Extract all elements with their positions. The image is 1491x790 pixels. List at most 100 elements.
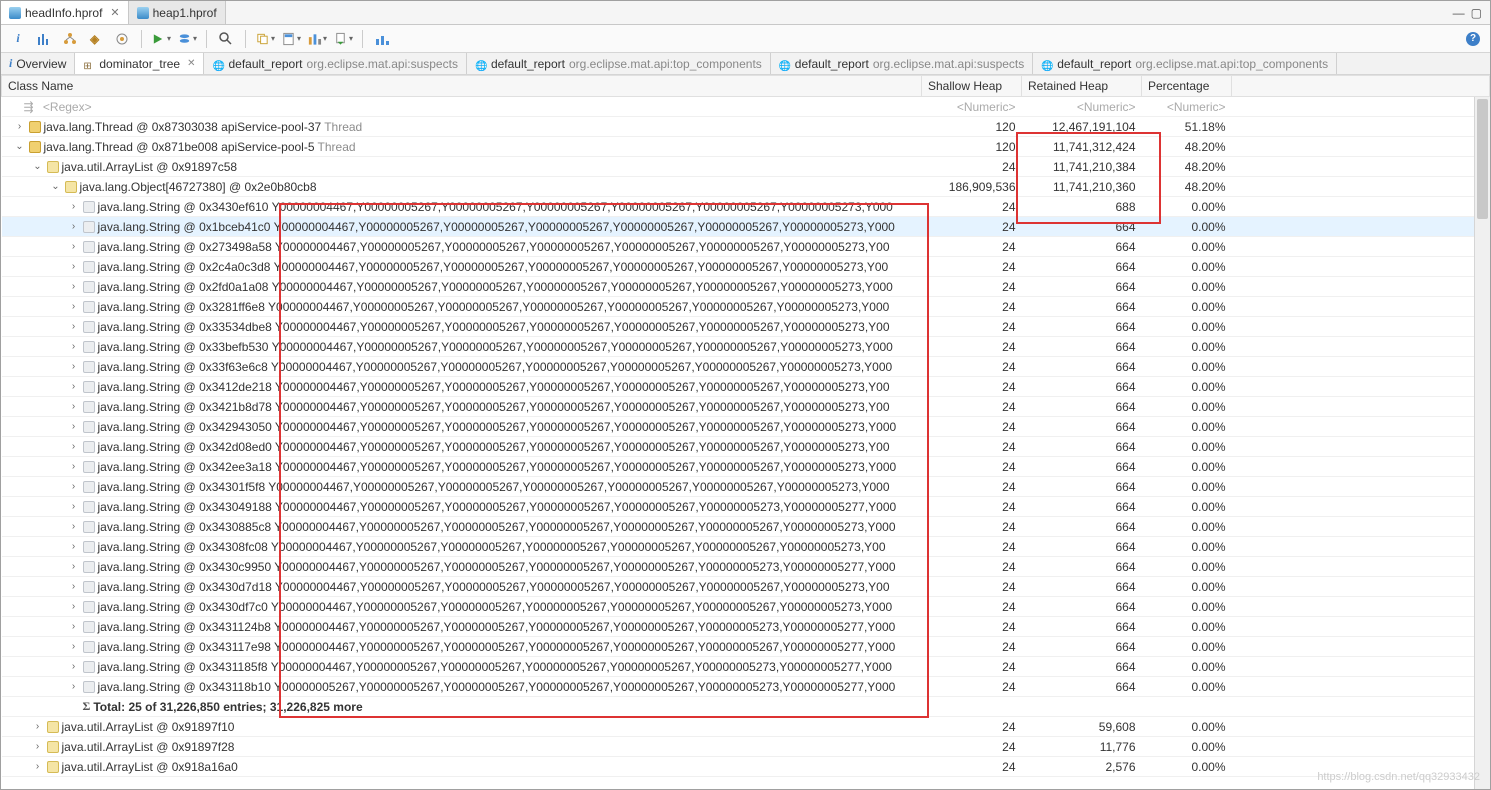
- expand-arrow-icon[interactable]: [32, 761, 44, 772]
- expand-arrow-icon[interactable]: [68, 501, 80, 512]
- expand-arrow-icon[interactable]: [68, 281, 80, 292]
- table-row[interactable]: java.lang.String @ 0x2c4a0c3d8 Y00000004…: [2, 257, 1490, 277]
- col-class-name[interactable]: Class Name: [2, 76, 922, 97]
- table-row[interactable]: java.util.ArrayList @ 0x91897f28 24 11,7…: [2, 737, 1490, 757]
- run-report-button[interactable]: ▾: [150, 28, 172, 50]
- table-row[interactable]: java.lang.String @ 0x3430885c8 Y00000004…: [2, 517, 1490, 537]
- filter-shallow[interactable]: <Numeric>: [922, 97, 1022, 117]
- query-button[interactable]: ▾: [176, 28, 198, 50]
- col-shallow[interactable]: Shallow Heap: [922, 76, 1022, 97]
- expand-arrow-icon[interactable]: [14, 121, 26, 132]
- find-button[interactable]: [215, 28, 237, 50]
- close-icon[interactable]: ✕: [110, 6, 119, 19]
- table-row[interactable]: java.lang.String @ 0x34301f5f8 Y00000004…: [2, 477, 1490, 497]
- table-row[interactable]: java.util.ArrayList @ 0x918a16a0 24 2,57…: [2, 757, 1490, 777]
- close-icon[interactable]: ✕: [187, 58, 195, 69]
- expand-arrow-icon[interactable]: [68, 301, 80, 312]
- copy-button[interactable]: ▾: [254, 28, 276, 50]
- table-row[interactable]: java.util.ArrayList @ 0x91897c58 24 11,7…: [2, 157, 1490, 177]
- table-row[interactable]: java.lang.String @ 0x3421b8d78 Y00000004…: [2, 397, 1490, 417]
- expand-arrow-icon[interactable]: [68, 261, 80, 272]
- expand-arrow-icon[interactable]: [68, 421, 80, 432]
- export-button[interactable]: ▾: [332, 28, 354, 50]
- dominator-button[interactable]: [59, 28, 81, 50]
- expand-arrow-icon[interactable]: [68, 681, 80, 692]
- table-row[interactable]: java.lang.Thread @ 0x87303038 apiService…: [2, 117, 1490, 137]
- sub-tab[interactable]: default_report org.eclipse.mat.api:top_c…: [1033, 53, 1337, 74]
- table-row[interactable]: java.lang.String @ 0x34308fc08 Y00000004…: [2, 537, 1490, 557]
- table-row[interactable]: java.lang.String @ 0x3431124b8 Y00000004…: [2, 617, 1490, 637]
- table-row[interactable]: java.lang.String @ 0x3430d7d18 Y00000004…: [2, 577, 1490, 597]
- sub-tab[interactable]: default_report org.eclipse.mat.api:suspe…: [771, 53, 1033, 74]
- table-row[interactable]: java.lang.String @ 0x1bceb41c0 Y00000004…: [2, 217, 1490, 237]
- expand-arrow-icon[interactable]: [68, 621, 80, 632]
- table-row[interactable]: Σ Total: 25 of 31,226,850 entries; 31,22…: [2, 697, 1490, 717]
- expand-arrow-icon[interactable]: [68, 481, 80, 492]
- expand-arrow-icon[interactable]: [68, 241, 80, 252]
- col-percentage[interactable]: Percentage: [1142, 76, 1232, 97]
- column-header-row[interactable]: Class Name Shallow Heap Retained Heap Pe…: [2, 76, 1490, 97]
- minimize-icon[interactable]: —: [1453, 6, 1465, 20]
- sub-tab[interactable]: default_report org.eclipse.mat.api:suspe…: [204, 53, 466, 74]
- table-row[interactable]: java.lang.String @ 0x3430c9950 Y00000004…: [2, 557, 1490, 577]
- expand-arrow-icon[interactable]: [68, 321, 80, 332]
- scrollbar-vertical[interactable]: [1474, 97, 1490, 789]
- expand-arrow-icon[interactable]: [68, 541, 80, 552]
- sub-tab[interactable]: default_report org.eclipse.mat.api:top_c…: [467, 53, 771, 74]
- table-row[interactable]: java.lang.String @ 0x3430ef610 Y00000004…: [2, 197, 1490, 217]
- group-button[interactable]: [371, 28, 393, 50]
- expand-arrow-icon[interactable]: [68, 581, 80, 592]
- filter-retained[interactable]: <Numeric>: [1022, 97, 1142, 117]
- editor-tab[interactable]: heap1.hprof: [129, 1, 226, 24]
- table-row[interactable]: java.lang.String @ 0x343118b10 Y00000005…: [2, 677, 1490, 697]
- oql-button[interactable]: ◈: [85, 28, 107, 50]
- editor-tab[interactable]: headInfo.hprof✕: [1, 1, 129, 24]
- table-row[interactable]: java.lang.String @ 0x273498a58 Y00000004…: [2, 237, 1490, 257]
- sub-tab[interactable]: dominator_tree✕: [75, 53, 204, 74]
- col-retained[interactable]: Retained Heap: [1022, 76, 1142, 97]
- histogram-button[interactable]: [33, 28, 55, 50]
- expand-arrow-icon[interactable]: [68, 341, 80, 352]
- expand-arrow-icon[interactable]: [68, 521, 80, 532]
- expand-arrow-icon[interactable]: [68, 601, 80, 612]
- table-row[interactable]: java.lang.Object[46727380] @ 0x2e0b80cb8…: [2, 177, 1490, 197]
- dominator-table[interactable]: Class Name Shallow Heap Retained Heap Pe…: [1, 75, 1490, 777]
- help-button[interactable]: ?: [1462, 28, 1484, 50]
- expand-arrow-icon[interactable]: [14, 141, 26, 152]
- filter-row[interactable]: ⇶ <Regex> <Numeric> <Numeric> <Numeric>: [2, 97, 1490, 117]
- expand-arrow-icon[interactable]: [68, 201, 80, 212]
- table-row[interactable]: java.lang.String @ 0x343117e98 Y00000004…: [2, 637, 1490, 657]
- filter-regex[interactable]: <Regex>: [43, 100, 92, 114]
- expand-arrow-icon[interactable]: [68, 661, 80, 672]
- compare-button[interactable]: ▾: [306, 28, 328, 50]
- table-row[interactable]: java.lang.String @ 0x342943050 Y00000004…: [2, 417, 1490, 437]
- table-row[interactable]: java.lang.String @ 0x2fd0a1a08 Y00000004…: [2, 277, 1490, 297]
- filter-pct[interactable]: <Numeric>: [1142, 97, 1232, 117]
- maximize-icon[interactable]: ▢: [1471, 6, 1482, 20]
- expand-arrow-icon[interactable]: [68, 441, 80, 452]
- expand-arrow-icon[interactable]: [68, 561, 80, 572]
- calculator-button[interactable]: ▾: [280, 28, 302, 50]
- expand-arrow-icon[interactable]: [32, 721, 44, 732]
- table-row[interactable]: java.lang.String @ 0x342d08ed0 Y00000004…: [2, 437, 1490, 457]
- expand-arrow-icon[interactable]: [68, 401, 80, 412]
- table-row[interactable]: java.lang.String @ 0x3430df7c0 Y00000004…: [2, 597, 1490, 617]
- table-row[interactable]: java.lang.String @ 0x342ee3a18 Y00000004…: [2, 457, 1490, 477]
- table-row[interactable]: java.lang.String @ 0x3412de218 Y00000004…: [2, 377, 1490, 397]
- expand-arrow-icon[interactable]: [32, 161, 44, 172]
- scrollbar-thumb[interactable]: [1477, 99, 1488, 219]
- expand-arrow-icon[interactable]: [68, 221, 80, 232]
- table-row[interactable]: java.util.ArrayList @ 0x91897f10 24 59,6…: [2, 717, 1490, 737]
- expand-arrow-icon[interactable]: [68, 641, 80, 652]
- expand-arrow-icon[interactable]: [50, 181, 62, 192]
- sub-tab[interactable]: iOverview: [1, 53, 75, 74]
- table-row[interactable]: java.lang.String @ 0x3431185f8 Y00000004…: [2, 657, 1490, 677]
- table-row[interactable]: java.lang.String @ 0x3281ff6e8 Y00000004…: [2, 297, 1490, 317]
- table-row[interactable]: java.lang.Thread @ 0x871be008 apiService…: [2, 137, 1490, 157]
- table-row[interactable]: java.lang.String @ 0x33befb530 Y00000004…: [2, 337, 1490, 357]
- table-row[interactable]: java.lang.String @ 0x33534dbe8 Y00000004…: [2, 317, 1490, 337]
- table-row[interactable]: java.lang.String @ 0x343049188 Y00000004…: [2, 497, 1490, 517]
- expand-arrow-icon[interactable]: [68, 361, 80, 372]
- expand-arrow-icon[interactable]: [68, 461, 80, 472]
- threads-button[interactable]: [111, 28, 133, 50]
